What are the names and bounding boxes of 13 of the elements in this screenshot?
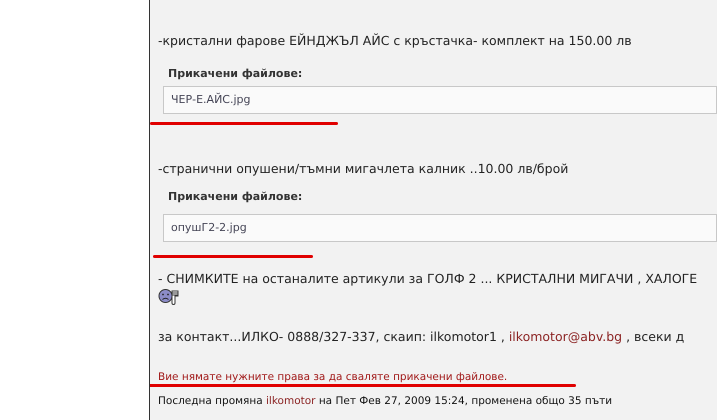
post-text: -странични опушени/тъмни мигачлета калник ..10.00 лв/брой bbox=[158, 161, 570, 177]
post-text: -кристални фарове ЕЙНДЖЪЛ АЙС с кръстачка- комплект на 150.00 лв bbox=[158, 33, 633, 49]
permission-notice: Вие нямате нужните права за да сваляте прикачени файлове. bbox=[158, 370, 508, 384]
post-text: за контакт...ИЛКО- 0888/327-337, скаип: ilkomotor1 , ilkomotor@abv.bg , всеки д bbox=[158, 329, 686, 345]
attachments-label: Прикачени файлове: bbox=[168, 67, 304, 81]
link[interactable]: ilkomotor@abv.bg bbox=[508, 329, 622, 344]
link[interactable]: ilkomotor bbox=[266, 395, 316, 407]
attachments-label: Прикачени файлове: bbox=[168, 190, 304, 204]
attachment-file[interactable]: ЧЕР-Е.АЙС.jpg bbox=[163, 86, 717, 114]
sad-face-icon bbox=[158, 288, 180, 305]
post-text: - СНИМКИТЕ на останалите артикули за ГОЛФ 2 ... КРИСТАЛНИ МИГАЧИ , ХАЛОГЕ bbox=[158, 271, 698, 287]
attachment-file[interactable]: опушГ2-2.jpg bbox=[163, 214, 717, 242]
edit-note: Последна промяна ilkomotor на Пет Фев 27, 2009 15:24, променена общо 35 пъти bbox=[158, 394, 614, 408]
